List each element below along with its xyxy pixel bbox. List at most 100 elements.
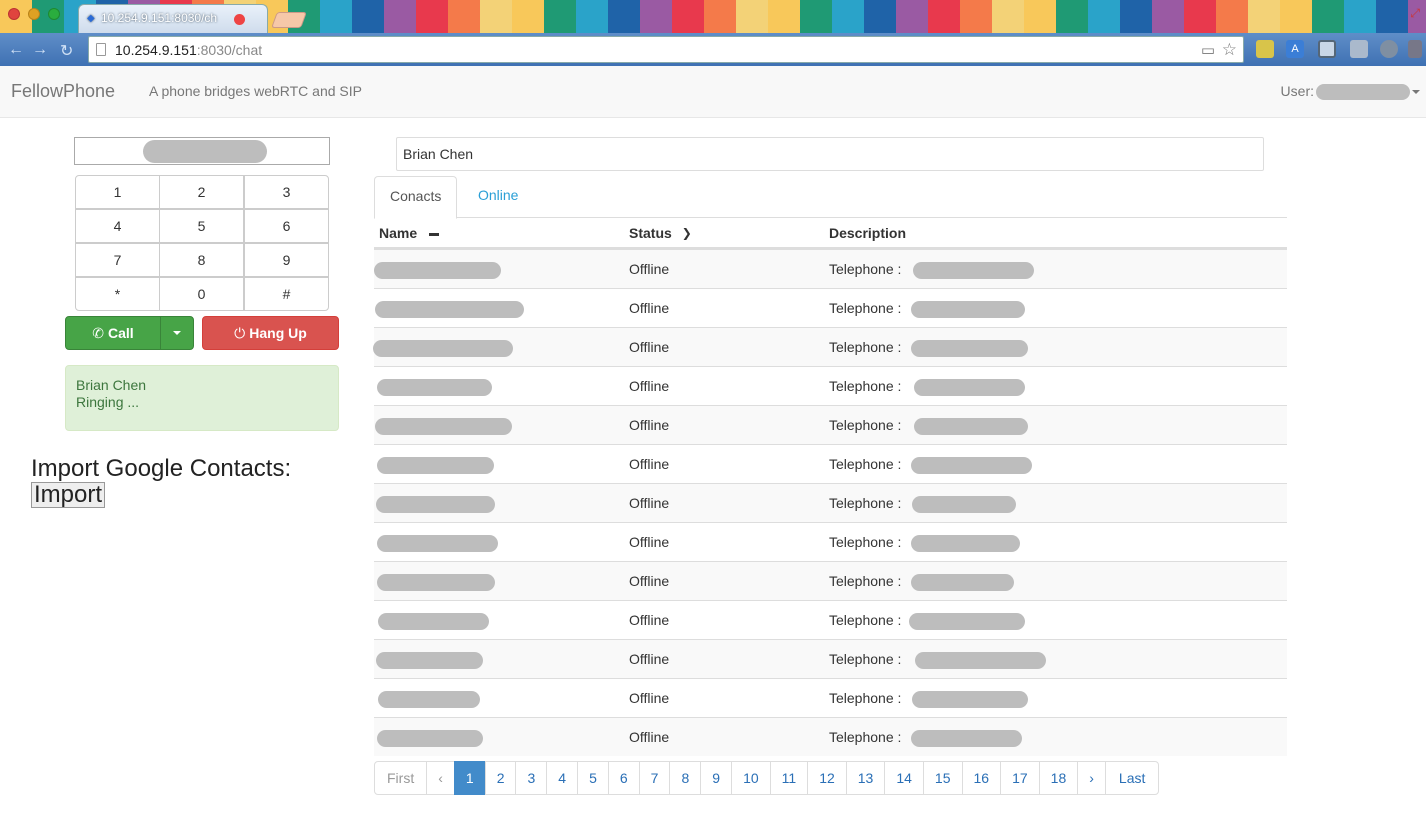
- browser-tab[interactable]: ◆ 10.254.9.151:8030/ch: [78, 4, 268, 33]
- page-number-button[interactable]: 10: [731, 761, 771, 795]
- description-column-header[interactable]: Description: [829, 225, 906, 241]
- redacted-name: [377, 535, 498, 552]
- camera-icon[interactable]: ▭: [1201, 41, 1215, 59]
- redacted-telephone: [912, 496, 1016, 513]
- key-hash[interactable]: #: [244, 277, 329, 311]
- hang-up-button[interactable]: ⏻ Hang Up: [202, 316, 339, 350]
- table-row[interactable]: Offline Telephone :: [373, 327, 1287, 366]
- extension-icon[interactable]: [1350, 40, 1368, 58]
- status-header-label: Status: [629, 225, 672, 241]
- extension-icon[interactable]: [1256, 40, 1274, 58]
- key-0[interactable]: 0: [159, 277, 244, 311]
- key-9[interactable]: 9: [244, 243, 329, 277]
- page-number-button[interactable]: 14: [884, 761, 924, 795]
- redacted-telephone: [914, 418, 1028, 435]
- name-column-header[interactable]: Name: [379, 225, 440, 241]
- redacted-name: [375, 301, 524, 318]
- page-number-button[interactable]: 4: [546, 761, 579, 795]
- page-number-button[interactable]: 2: [484, 761, 517, 795]
- dial-number-input[interactable]: [74, 137, 330, 165]
- key-8[interactable]: 8: [159, 243, 244, 277]
- key-3[interactable]: 3: [244, 175, 329, 209]
- key-7[interactable]: 7: [75, 243, 160, 277]
- contact-status: Offline: [629, 495, 670, 511]
- key-1[interactable]: 1: [75, 175, 160, 209]
- redacted-telephone: [913, 262, 1034, 279]
- browser-tab-strip: ◆ 10.254.9.151:8030/ch ⤢: [0, 0, 1426, 33]
- table-row[interactable]: Offline Telephone :: [374, 249, 1287, 288]
- contact-status: Offline: [629, 612, 670, 628]
- key-2[interactable]: 2: [159, 175, 244, 209]
- translate-extension-icon[interactable]: A: [1286, 40, 1304, 58]
- table-row[interactable]: Offline Telephone :: [374, 678, 1287, 717]
- contact-description: Telephone :: [829, 573, 902, 589]
- page-number-button[interactable]: 16: [961, 761, 1002, 795]
- key-4[interactable]: 4: [75, 209, 160, 243]
- reload-icon[interactable]: ↻: [60, 41, 73, 61]
- redacted-telephone: [912, 691, 1028, 708]
- table-row[interactable]: Offline Telephone :: [374, 600, 1287, 639]
- tab-close-icon[interactable]: [234, 14, 245, 25]
- minus-icon: [429, 232, 440, 236]
- extension-icon[interactable]: [1380, 40, 1398, 58]
- tab-online[interactable]: Online: [463, 176, 533, 218]
- page-number-button[interactable]: 3: [515, 761, 548, 795]
- page-number-button[interactable]: 11: [769, 761, 809, 795]
- user-menu[interactable]: User:: [1281, 83, 1420, 101]
- phone-icon: ✆: [92, 325, 105, 341]
- table-row[interactable]: Offline Telephone :: [374, 639, 1287, 678]
- page-number-button[interactable]: 12: [807, 761, 847, 795]
- menu-icon[interactable]: [1408, 40, 1422, 58]
- fullscreen-icon[interactable]: ⤢: [1410, 6, 1420, 21]
- page-number-button[interactable]: 13: [845, 761, 886, 795]
- chevron-down-icon: [1412, 90, 1420, 95]
- key-5[interactable]: 5: [159, 209, 244, 243]
- new-tab-button[interactable]: [271, 12, 307, 28]
- page-number-button[interactable]: 8: [669, 761, 702, 795]
- address-bar[interactable]: 10.254.9.151:8030/chat ▭ ☆: [88, 36, 1244, 63]
- window-close-button[interactable]: [8, 8, 20, 20]
- forward-arrow-icon[interactable]: →: [32, 41, 48, 59]
- table-row[interactable]: Offline Telephone :: [374, 444, 1287, 483]
- contact-search-input[interactable]: Brian Chen: [396, 137, 1264, 171]
- table-row[interactable]: Offline Telephone :: [374, 405, 1287, 444]
- pocket-extension-icon[interactable]: [1318, 40, 1336, 58]
- brand-link[interactable]: FellowPhone: [11, 81, 115, 102]
- page-prev-button[interactable]: ‹: [426, 761, 455, 795]
- table-row[interactable]: Offline Telephone :: [374, 366, 1287, 405]
- table-row[interactable]: Offline Telephone :: [374, 717, 1287, 756]
- table-row[interactable]: Offline Telephone :: [374, 522, 1287, 561]
- call-options-dropdown[interactable]: [160, 316, 194, 350]
- page-number-button[interactable]: 18: [1038, 761, 1079, 795]
- page-number-button[interactable]: 7: [638, 761, 671, 795]
- page-number-button[interactable]: 5: [577, 761, 609, 795]
- redacted-telephone: [909, 613, 1025, 630]
- key-star[interactable]: *: [75, 277, 160, 311]
- redacted-telephone: [911, 301, 1025, 318]
- page-last-button[interactable]: Last: [1104, 761, 1160, 795]
- status-column-header[interactable]: Status ❯: [629, 225, 692, 241]
- bookmark-star-icon[interactable]: ☆: [1222, 40, 1237, 60]
- table-row[interactable]: Offline Telephone :: [374, 288, 1287, 327]
- call-status-alert: Brian Chen Ringing ...: [65, 365, 339, 431]
- page-next-button[interactable]: ›: [1077, 761, 1106, 795]
- back-arrow-icon[interactable]: ←: [8, 41, 24, 59]
- page-first-button[interactable]: First: [374, 761, 428, 795]
- contact-description: Telephone :: [829, 690, 902, 706]
- window-zoom-button[interactable]: [48, 8, 60, 20]
- key-6[interactable]: 6: [244, 209, 329, 243]
- page-number-button[interactable]: 1: [453, 761, 486, 795]
- contact-description: Telephone :: [829, 300, 902, 316]
- page-number-button[interactable]: 15: [922, 761, 963, 795]
- table-row[interactable]: Offline Telephone :: [374, 483, 1287, 522]
- window-minimize-button[interactable]: [28, 8, 40, 20]
- tab-contacts[interactable]: Conacts: [374, 176, 458, 219]
- contact-description: Telephone :: [829, 417, 902, 433]
- contact-status: Offline: [629, 729, 670, 745]
- page-number-button[interactable]: 6: [607, 761, 640, 795]
- page-number-button[interactable]: 17: [1000, 761, 1040, 795]
- page-number-button[interactable]: 9: [700, 761, 733, 795]
- call-button[interactable]: ✆ Call: [65, 316, 161, 350]
- table-row[interactable]: Offline Telephone :: [374, 561, 1287, 600]
- import-button[interactable]: Import: [31, 482, 106, 508]
